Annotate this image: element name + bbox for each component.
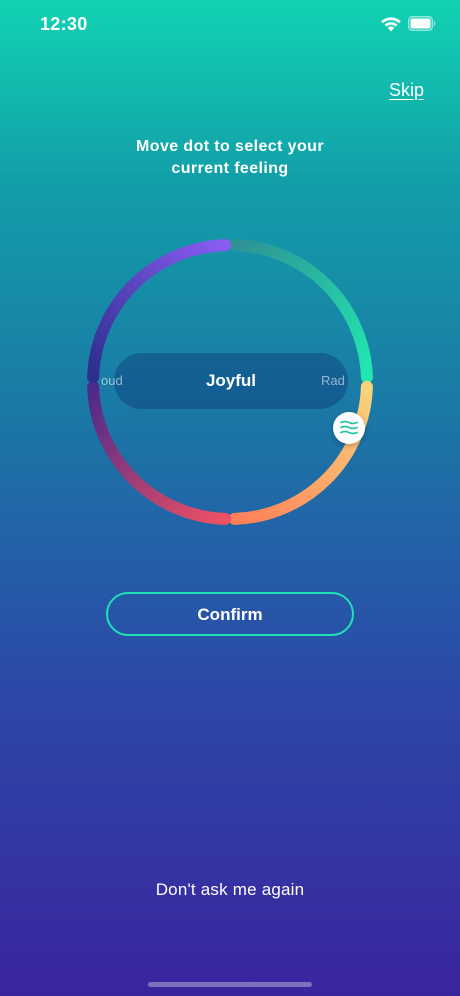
feeling-label-pill: Joyful bbox=[114, 353, 348, 409]
instruction-line-1: Move dot to select your bbox=[136, 138, 324, 155]
home-indicator bbox=[148, 982, 312, 987]
confirm-button[interactable]: Confirm bbox=[106, 592, 354, 636]
current-feeling-label: Joyful bbox=[205, 371, 257, 390]
waves-icon bbox=[340, 420, 358, 435]
instruction-line-2: current feeling bbox=[171, 160, 289, 177]
skip-link[interactable]: Skip bbox=[389, 80, 424, 101]
wifi-icon bbox=[381, 17, 401, 32]
battery-icon bbox=[408, 16, 436, 31]
next-feeling-label: Rad bbox=[321, 373, 345, 388]
instruction-text: Move dot to select your current feeling bbox=[80, 136, 380, 180]
dont-ask-again-link[interactable]: Don't ask me again bbox=[80, 880, 380, 900]
previous-feeling-label: oud bbox=[101, 373, 123, 388]
status-time: 12:30 bbox=[40, 14, 88, 34]
mood-check-screen: 12:30 Skip Move dot to select your curre… bbox=[0, 0, 460, 996]
status-bar: 12:30 bbox=[0, 0, 460, 50]
mood-slider-dot[interactable] bbox=[333, 412, 365, 444]
